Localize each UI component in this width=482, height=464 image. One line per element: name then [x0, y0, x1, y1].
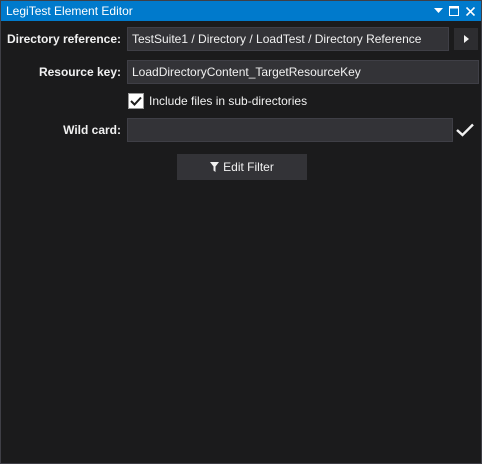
title-bar: LegiTest Element Editor: [1, 1, 481, 21]
directory-reference-browse-button[interactable]: [454, 28, 478, 50]
include-subdirs-checkbox[interactable]: [128, 93, 144, 109]
element-editor-window: LegiTest Element Editor Directory refere…: [0, 0, 482, 464]
maximize-icon[interactable]: [446, 2, 462, 20]
resource-key-field[interactable]: LoadDirectoryContent_TargetResourceKey: [127, 60, 479, 84]
directory-reference-label-box: Directory reference:: [1, 28, 121, 50]
directory-reference-label: Directory reference:: [6, 32, 121, 46]
wild-card-label-box: Wild card:: [1, 119, 121, 141]
resource-key-label-box: Resource key:: [1, 61, 121, 83]
checkmark-icon: [130, 96, 142, 106]
include-subdirs-label: Include files in sub-directories: [149, 94, 308, 108]
directory-reference-field[interactable]: TestSuite1 / Directory / LoadTest / Dire…: [127, 27, 449, 51]
edit-filter-button[interactable]: Edit Filter: [177, 154, 307, 180]
resource-key-label: Resource key:: [38, 65, 121, 79]
checkmark-icon: [456, 123, 474, 137]
wild-card-field[interactable]: [127, 118, 453, 142]
chevron-right-icon: [463, 35, 469, 43]
confirm-wildcard-button[interactable]: [454, 119, 476, 141]
filter-icon: [210, 162, 220, 172]
wild-card-label: Wild card:: [63, 123, 121, 137]
close-icon[interactable]: [462, 2, 478, 20]
window-title: LegiTest Element Editor: [6, 4, 133, 18]
edit-filter-label: Edit Filter: [223, 160, 274, 174]
dropdown-icon[interactable]: [430, 2, 446, 20]
